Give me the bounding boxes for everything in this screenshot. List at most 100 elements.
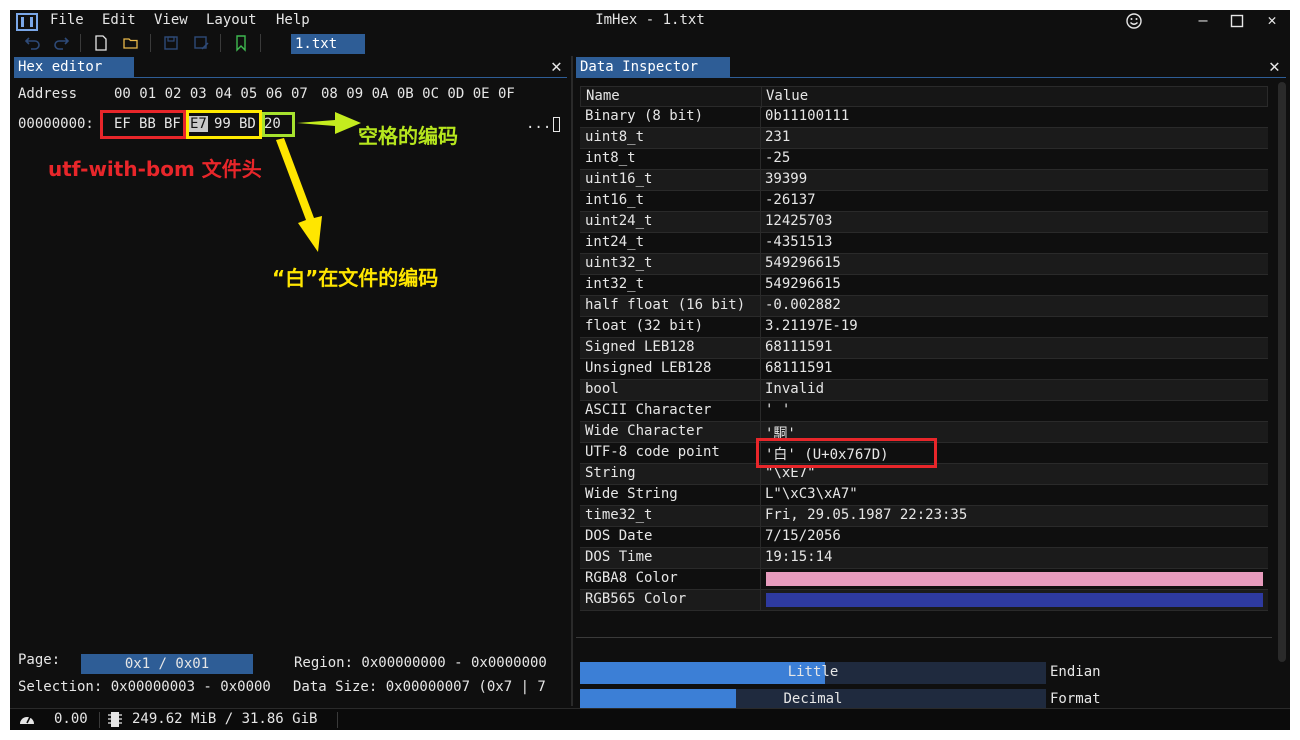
address-column-header: Address [18,86,78,102]
memory-chip-icon [108,712,122,727]
column-divider [760,506,761,527]
inspector-row[interactable]: int32_t 549296615 [580,275,1268,296]
inspector-row[interactable]: uint8_t 231 [580,128,1268,149]
inspector-row-value: 3.21197E-19 [765,318,858,334]
inspector-row-name: Wide String [585,486,678,502]
page-label: Page: [18,652,61,668]
column-divider [760,254,761,275]
column-divider [760,380,761,401]
undo-icon[interactable] [24,34,42,52]
inspector-row[interactable]: int8_t -25 [580,149,1268,170]
tab-hex-editor[interactable]: Hex editor [14,57,134,77]
inspector-row-value: Invalid [765,381,825,397]
inspector-row[interactable]: int24_t -4351513 [580,233,1268,254]
inspector-row[interactable]: half float (16 bit) -0.002882 [580,296,1268,317]
inspector-row-name: bool [585,381,619,397]
ascii-preview: ... [526,116,552,132]
name-column-header: Name [586,88,620,104]
minimize-icon[interactable]: — [1193,11,1213,29]
inspector-row-value: 549296615 [765,255,841,271]
inspector-row-name: Binary (8 bit) [585,108,704,124]
inspector-row-name: DOS Time [585,549,653,565]
inspector-row[interactable]: bool Invalid [580,380,1268,401]
save-icon[interactable] [162,34,180,52]
inspector-row-name: uint24_t [585,213,653,229]
column-divider [760,128,761,149]
inspector-scrollbar[interactable] [1278,82,1286,662]
close-window-icon[interactable]: ✕ [1262,11,1282,29]
inspector-row[interactable]: uint24_t 12425703 [580,212,1268,233]
inspector-row[interactable]: DOS Time 19:15:14 [580,548,1268,569]
close-hex-editor-icon[interactable]: ✕ [551,56,562,77]
hex-editor-tab-underline [14,77,567,78]
inspector-row-name: RGBA8 Color [585,570,678,586]
inspector-row[interactable]: Signed LEB128 68111591 [580,338,1268,359]
format-label: Format [1050,691,1101,707]
inspector-row[interactable]: int16_t -26137 [580,191,1268,212]
inspector-row-name: Wide Character [585,423,704,439]
inspector-row[interactable]: uint16_t 39399 [580,170,1268,191]
inspector-row-value: -4351513 [765,234,833,250]
fps-value: 0.00 [54,711,88,727]
status-separator [99,712,100,728]
inspector-row[interactable]: float (32 bit) 3.21197E-19 [580,317,1268,338]
inspector-row[interactable]: Binary (8 bit) 0b11100111 [580,107,1268,128]
ascii-cursor [553,117,560,132]
bai-highlight-box [186,110,262,139]
column-divider [760,317,761,338]
inspector-row-value: -26137 [765,192,816,208]
inspector-row[interactable]: Unsigned LEB128 68111591 [580,359,1268,380]
inspector-row-value: 7/15/2056 [765,528,841,544]
new-file-icon[interactable] [92,34,110,52]
inspector-row-value: 231 [765,129,791,145]
close-data-inspector-icon[interactable]: ✕ [1269,56,1280,77]
inspector-divider [576,637,1272,638]
save-as-icon[interactable] [192,34,210,52]
inspector-row-value: 19:15:14 [765,549,833,565]
inspector-row-name: uint8_t [585,129,645,145]
inspector-row-value: 0b11100111 [765,108,850,124]
panel-splitter[interactable] [571,56,573,706]
inspector-row-name: int24_t [585,234,645,250]
column-divider [760,275,761,296]
file-tab-1-txt[interactable]: 1.txt [291,34,365,54]
bookmark-icon[interactable] [232,34,250,52]
selection-text: Selection: 0x00000003 - 0x0000 [18,679,271,695]
column-divider [760,233,761,254]
inspector-row-name: String [585,465,636,481]
column-divider [760,485,761,506]
inspector-row[interactable]: Wide String L"\xC3\xA7" [580,485,1268,506]
inspector-row[interactable]: uint32_t 549296615 [580,254,1268,275]
format-slider[interactable]: Decimal [580,689,1046,708]
column-divider [760,527,761,548]
toolbar-separator [220,34,221,52]
space-highlight-box [262,112,295,137]
maximize-icon[interactable] [1230,14,1244,28]
data-inspector-tab-underline [576,77,1286,78]
inspector-row-value: 68111591 [765,339,833,355]
inspector-row-name: ASCII Character [585,402,712,418]
inspector-row[interactable]: RGBA8 Color [580,569,1268,590]
open-folder-icon[interactable] [122,34,140,52]
redo-icon[interactable] [52,34,70,52]
column-divider [760,149,761,170]
column-divider [760,191,761,212]
value-column-header: Value [766,88,809,104]
tab-data-inspector[interactable]: Data Inspector [576,57,730,77]
inspector-row-name: DOS Date [585,528,653,544]
table-header: Name Value [580,86,1268,108]
window-title: ImHex - 1.txt [595,12,705,28]
inspector-row[interactable]: time32_t Fri, 29.05.1987 22:23:35 [580,506,1268,527]
inspector-row-value: 39399 [765,171,808,187]
column-divider [760,338,761,359]
column-divider [760,590,761,611]
inspector-row[interactable]: ASCII Character ' ' [580,401,1268,422]
inspector-row-name: uint32_t [585,255,653,271]
column-divider [760,212,761,233]
endian-slider[interactable]: Little [580,662,1046,684]
page-slider[interactable]: 0x1 / 0x01 [81,654,253,674]
column-divider [760,359,761,380]
inspector-row[interactable]: DOS Date 7/15/2056 [580,527,1268,548]
inspector-row[interactable]: RGB565 Color [580,590,1268,611]
smiley-icon[interactable] [1125,12,1143,30]
